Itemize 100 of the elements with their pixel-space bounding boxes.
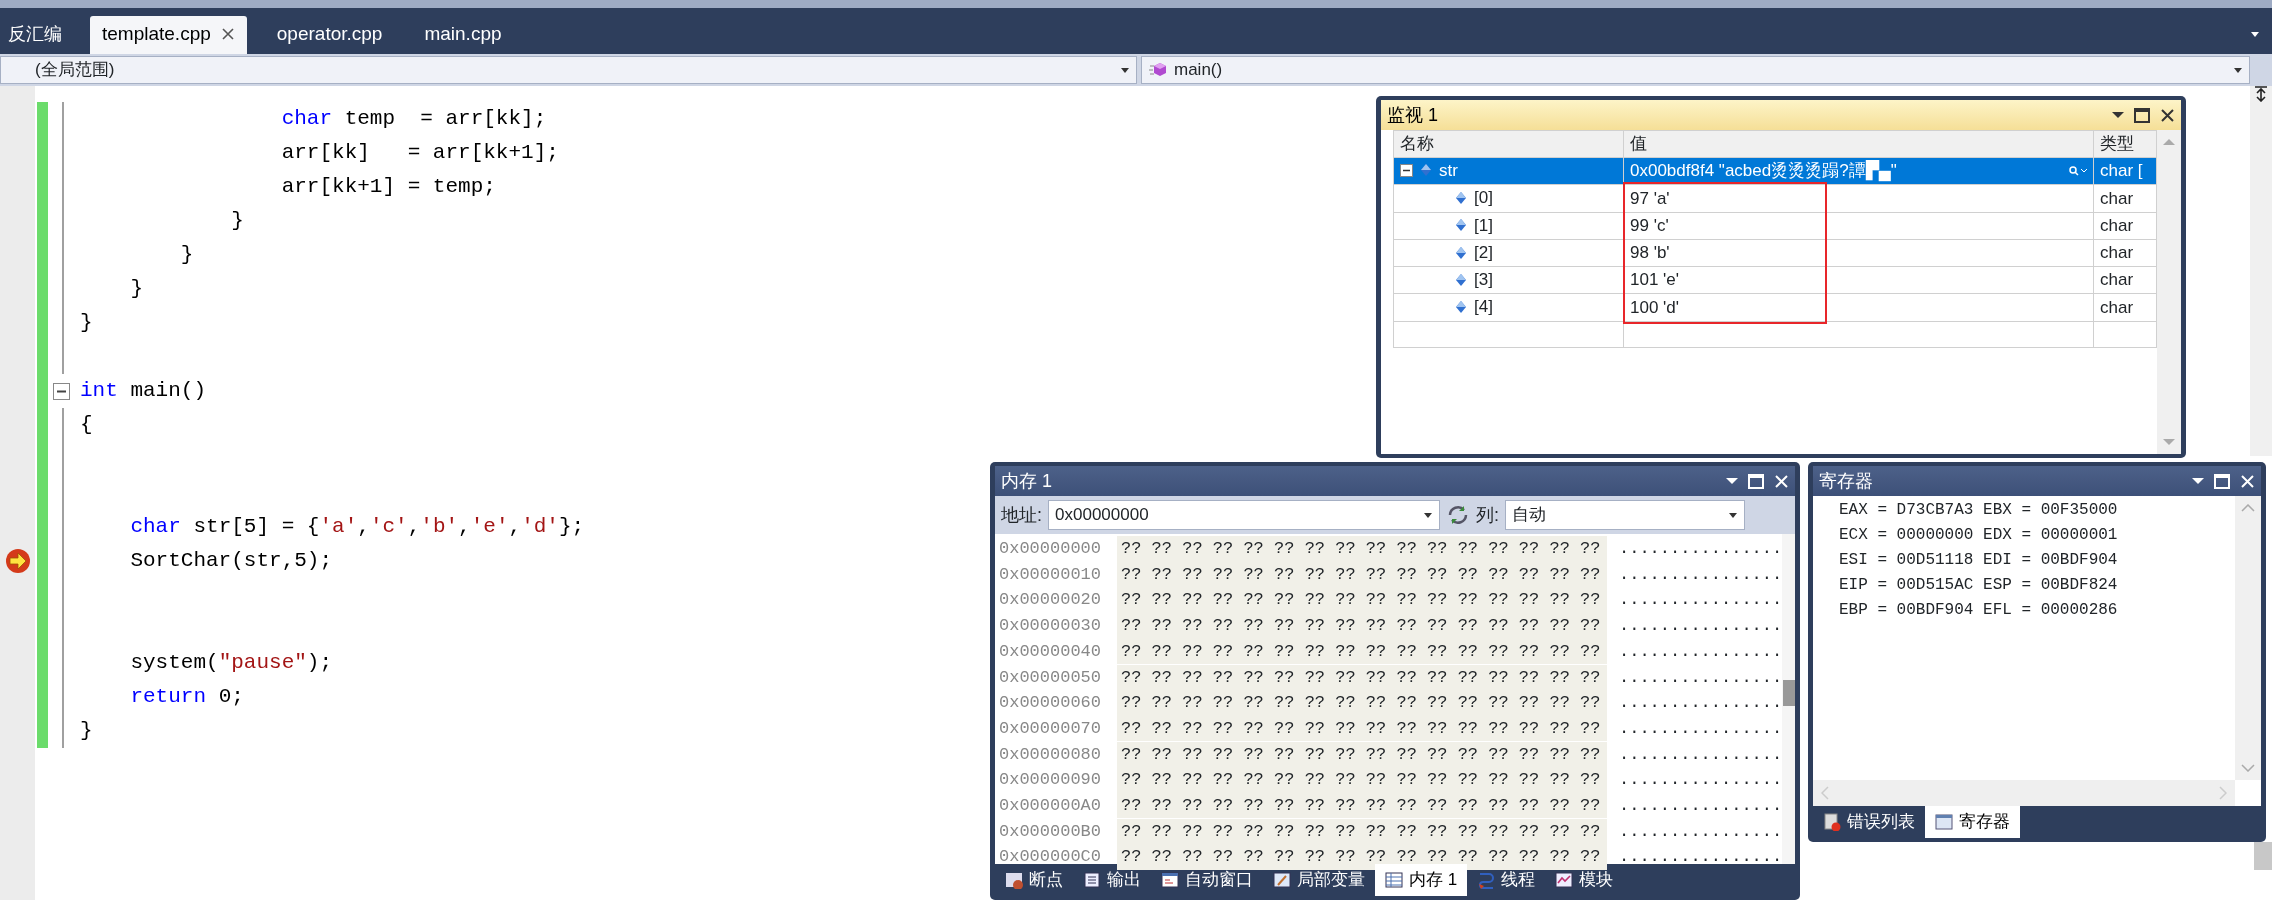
splitter-icon[interactable] bbox=[2254, 86, 2268, 102]
tree-cell[interactable]: [1] bbox=[1393, 212, 1624, 240]
address-field[interactable]: 0x00000000 bbox=[1048, 500, 1440, 530]
caret-icon bbox=[2233, 66, 2243, 74]
maximize-icon[interactable] bbox=[2134, 107, 2150, 123]
type-cell: char bbox=[2093, 266, 2157, 294]
file-tab[interactable]: template.cpp bbox=[90, 15, 247, 54]
panel-tab[interactable]: 寄存器 bbox=[1925, 806, 2020, 838]
variable-icon bbox=[1456, 301, 1466, 313]
memory-address: 0x00000090 bbox=[998, 769, 1103, 792]
column-header[interactable]: 类型 bbox=[2093, 130, 2157, 157]
variable-icon bbox=[1421, 164, 1431, 177]
code-line: } bbox=[230, 208, 244, 235]
tree-cell[interactable]: [2] bbox=[1393, 239, 1624, 267]
memory-bytes: ?? ?? ?? ?? ?? ?? ?? ?? ?? ?? ?? ?? ?? ?? ?? ?? bbox=[1117, 536, 1607, 562]
memory-text: ................ bbox=[1618, 717, 1783, 740]
memory-text: ................ bbox=[1618, 640, 1783, 663]
columns-label: 列: bbox=[1476, 503, 1500, 527]
memory-bytes: ?? ?? ?? ?? ?? ?? ?? ?? ?? ?? ?? ?? ?? ?? ?? ?? bbox=[1117, 792, 1607, 819]
register-line: EAX = D73CB7A3 EBX = 00F35000 bbox=[1838, 500, 2119, 521]
variable-icon bbox=[1456, 273, 1466, 286]
module-icon bbox=[1555, 871, 1574, 889]
memory-bytes: ?? ?? ?? ?? ?? ?? ?? ?? ?? ?? ?? ?? ?? ?? ?? ?? bbox=[1117, 613, 1607, 639]
memory-bytes: ?? ?? ?? ?? ?? ?? ?? ?? ?? ?? ?? ?? ?? ?? ?? ?? bbox=[1117, 587, 1607, 613]
scope-dropdown[interactable]: (全局范围) bbox=[0, 56, 1137, 84]
registers-icon bbox=[1935, 813, 1953, 831]
column-header[interactable]: 名称 bbox=[1393, 130, 1624, 157]
code-line: { bbox=[80, 412, 93, 439]
register-line: ESI = 00D51118 EDI = 00BDF904 bbox=[1838, 550, 2119, 571]
file-tab[interactable]: operator.cpp bbox=[264, 15, 395, 54]
refresh-icon[interactable] bbox=[1446, 505, 1470, 525]
error-list-icon bbox=[1823, 813, 1841, 831]
type-cell: char bbox=[2093, 239, 2157, 267]
type-cell: char [ bbox=[2093, 157, 2157, 185]
window-title: 监视 1 bbox=[1387, 103, 1438, 127]
memory-icon bbox=[1385, 871, 1403, 889]
memory-address: 0x00000040 bbox=[998, 640, 1103, 663]
variable-icon bbox=[1456, 219, 1466, 232]
tree-cell[interactable]: [4] bbox=[1393, 293, 1624, 321]
window-title: 内存 1 bbox=[1001, 469, 1052, 493]
value-cell: 100 'd' bbox=[1623, 293, 2094, 321]
memory-bytes: ?? ?? ?? ?? ?? ?? ?? ?? ?? ?? ?? ?? ?? ?? ?? ?? bbox=[1117, 767, 1607, 793]
output-icon bbox=[1083, 871, 1101, 889]
magnifier-icon[interactable] bbox=[2069, 165, 2087, 176]
memory-bytes: ?? ?? ?? ?? ?? ?? ?? ?? ?? ?? ?? ?? ?? ?? ?? ?? bbox=[1117, 818, 1607, 845]
memory-address: 0x00000030 bbox=[998, 615, 1103, 638]
register-line: ECX = 00000000 EDX = 00000001 bbox=[1838, 525, 2119, 546]
code-line: arr[kk] = arr[kk+1]; bbox=[280, 140, 559, 167]
type-cell: char bbox=[2093, 184, 2157, 212]
dropdown-icon[interactable] bbox=[1726, 477, 1738, 485]
memory-address: 0x00000050 bbox=[998, 666, 1103, 689]
tree-cell[interactable]: [3] bbox=[1393, 266, 1624, 294]
dropdown-icon[interactable] bbox=[2192, 477, 2204, 485]
scroll-thumb[interactable] bbox=[2254, 842, 2272, 870]
memory-bytes: ?? ?? ?? ?? ?? ?? ?? ?? ?? ?? ?? ?? ?? ?? ?? ?? bbox=[1117, 561, 1607, 588]
column-header[interactable]: 值 bbox=[1623, 130, 2094, 157]
close-icon[interactable] bbox=[220, 26, 235, 41]
memory-bytes: ?? ?? ?? ?? ?? ?? ?? ?? ?? ?? ?? ?? ?? ?? ?? ?? bbox=[1117, 638, 1607, 665]
memory-text: ................ bbox=[1618, 692, 1783, 715]
vertical-scrollbar[interactable] bbox=[1782, 534, 1795, 864]
memory-text: ................ bbox=[1618, 820, 1783, 843]
type-cell: char bbox=[2093, 212, 2157, 240]
function-dropdown[interactable]: main() bbox=[1141, 56, 2250, 84]
memory-address: 0x000000B0 bbox=[998, 820, 1103, 843]
memory-text: ................ bbox=[1618, 538, 1783, 561]
caret-icon bbox=[1728, 511, 1739, 519]
memory-address: 0x00000080 bbox=[998, 743, 1103, 766]
memory-address: 0x00000020 bbox=[998, 589, 1103, 612]
close-icon[interactable] bbox=[2160, 107, 2175, 123]
variable-icon bbox=[1456, 192, 1466, 204]
value-cell: 99 'c' bbox=[1623, 212, 2094, 240]
collapse-icon[interactable] bbox=[1400, 163, 1413, 177]
memory-bytes: ?? ?? ?? ?? ?? ?? ?? ?? ?? ?? ?? ?? ?? ?? ?? ?? bbox=[1117, 715, 1607, 742]
memory-bytes: ?? ?? ?? ?? ?? ?? ?? ?? ?? ?? ?? ?? ?? ?? ?? ?? bbox=[1117, 664, 1607, 691]
memory-address: 0x00000060 bbox=[998, 692, 1103, 715]
code-line: char temp = arr[kk]; bbox=[280, 106, 547, 133]
memory-text: ................ bbox=[1618, 589, 1783, 612]
collapse-toggle[interactable] bbox=[53, 382, 70, 400]
window-title: 寄存器 bbox=[1819, 469, 1873, 493]
editor-scrollbar[interactable] bbox=[2250, 86, 2272, 456]
columns-dropdown[interactable]: 自动 bbox=[1505, 500, 1746, 530]
register-line: EBP = 00BDF904 EFL = 00000286 bbox=[1838, 600, 2119, 621]
memory-text: ................ bbox=[1618, 666, 1783, 689]
dropdown-icon[interactable] bbox=[2112, 111, 2124, 119]
caret-icon bbox=[1120, 66, 1130, 74]
code-line: int main() bbox=[80, 378, 207, 405]
panel-tab[interactable]: 错误列表 bbox=[1813, 806, 1925, 838]
code-line: system("pause"); bbox=[129, 650, 333, 677]
tree-cell[interactable]: str bbox=[1393, 157, 1624, 185]
window-icon bbox=[1161, 871, 1179, 889]
breakpoint-icon bbox=[1005, 871, 1023, 889]
variable-icon bbox=[1456, 246, 1466, 259]
panel-tab[interactable]: 内存 1 bbox=[1375, 864, 1468, 896]
code-line: arr[kk+1] = temp; bbox=[280, 174, 496, 201]
code-line: } bbox=[80, 718, 93, 745]
value-cell: 98 'b' bbox=[1623, 239, 2094, 267]
memory-address: 0x00000000 bbox=[998, 538, 1103, 561]
scroll-thumb[interactable] bbox=[1782, 680, 1795, 706]
tree-cell[interactable]: [0] bbox=[1393, 184, 1624, 212]
file-tab[interactable]: main.cpp bbox=[412, 15, 514, 54]
